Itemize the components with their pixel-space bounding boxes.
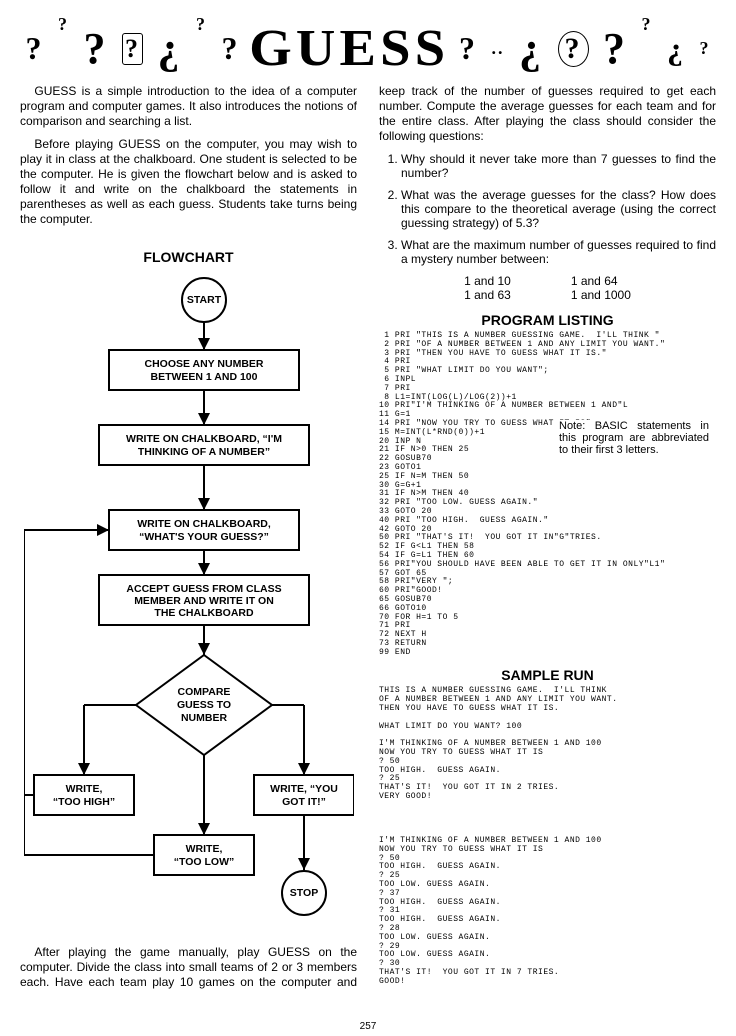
intro-para-1: GUESS is a simple introduction to the id… <box>20 84 357 129</box>
svg-text:WRITE,: WRITE, <box>185 843 222 855</box>
svg-text:WRITE ON CHALKBOARD,: WRITE ON CHALKBOARD, <box>137 518 271 530</box>
range-1: 1 and 10 <box>434 274 541 288</box>
svg-text:GUESS TO: GUESS TO <box>176 699 230 711</box>
question-3: What are the maximum number of guesses r… <box>401 238 716 266</box>
svg-text:CHOOSE ANY NUMBER: CHOOSE ANY NUMBER <box>144 358 263 370</box>
svg-text:“WHAT'S YOUR GUESS?”: “WHAT'S YOUR GUESS?” <box>139 531 269 543</box>
basic-note: Note: BASIC statements in this program a… <box>559 420 709 456</box>
range-3: 1 and 64 <box>541 274 661 288</box>
svg-text:GOT IT!”: GOT IT!” <box>282 796 326 808</box>
svg-text:WRITE ON CHALKBOARD, “I'M: WRITE ON CHALKBOARD, “I'M <box>126 433 282 445</box>
question-list: Why should it never take more than 7 gue… <box>379 152 716 266</box>
svg-text:THINKING OF A NUMBER”: THINKING OF A NUMBER” <box>137 446 269 458</box>
page-number: 257 <box>0 1021 736 1032</box>
svg-text:STOP: STOP <box>289 887 317 899</box>
question-2: What was the average guesses for the cla… <box>401 188 716 230</box>
svg-text:MEMBER AND WRITE IT ON: MEMBER AND WRITE IT ON <box>134 595 274 607</box>
question-1: Why should it never take more than 7 gue… <box>401 152 716 180</box>
title-banner: ? ? ? ? ¿ ? ? GUESS ? .. ¿ ? ? ? ¿ ? <box>20 14 716 74</box>
svg-text:COMPARE: COMPARE <box>177 686 230 698</box>
range-2: 1 and 63 <box>434 288 541 302</box>
svg-text:NUMBER: NUMBER <box>180 712 226 724</box>
sample-run-heading: SAMPLE RUN <box>379 667 716 683</box>
svg-text:THE CHALKBOARD: THE CHALKBOARD <box>154 607 254 619</box>
intro-para-2: Before playing GUESS on the computer, yo… <box>20 137 357 227</box>
svg-text:WRITE,: WRITE, <box>65 783 102 795</box>
svg-text:START: START <box>186 294 221 306</box>
ranges-table: 1 and 10 1 and 64 1 and 63 1 and 1000 <box>434 274 661 302</box>
program-listing-heading: PROGRAM LISTING <box>379 312 716 328</box>
sample-run: THIS IS A NUMBER GUESSING GAME. I'LL THI… <box>379 687 716 986</box>
svg-text:“TOO HIGH”: “TOO HIGH” <box>52 796 114 808</box>
range-4: 1 and 1000 <box>541 288 661 302</box>
svg-text:WRITE, “YOU: WRITE, “YOU <box>270 783 338 795</box>
flowchart-diagram: START CHOOSE ANY NUMBER BETWEEN 1 AND 10… <box>20 275 357 945</box>
flowchart-heading: FLOWCHART <box>20 249 357 265</box>
program-listing: 1 PRI "THIS IS A NUMBER GUESSING GAME. I… <box>379 332 716 657</box>
svg-text:BETWEEN 1 AND 100: BETWEEN 1 AND 100 <box>150 371 257 383</box>
page-title: GUESS <box>249 19 449 78</box>
svg-text:“TOO LOW”: “TOO LOW” <box>173 856 233 868</box>
svg-text:ACCEPT GUESS FROM CLASS: ACCEPT GUESS FROM CLASS <box>126 583 281 595</box>
